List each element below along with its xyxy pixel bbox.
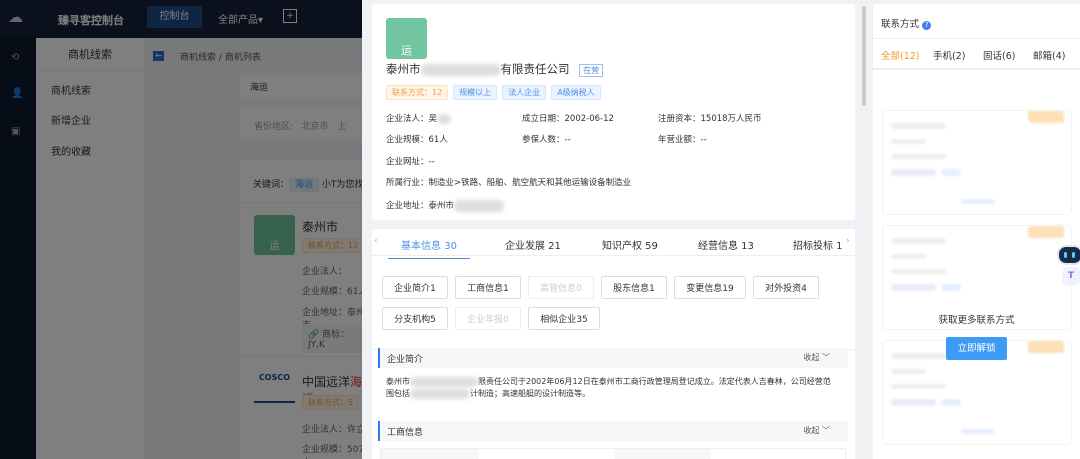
insured-count: 参保人数：-- xyxy=(522,135,571,145)
btn-annual-report[interactable]: 企业年报0 xyxy=(455,307,521,330)
section-business-header: 工商信息 收起 ﹀ xyxy=(378,421,848,441)
btn-intro[interactable]: 企业简介1 xyxy=(382,276,448,299)
unlock-button[interactable]: 立即解锁 xyxy=(946,337,1007,360)
business-info-table xyxy=(380,448,846,459)
tag-above-scale: 规模以上 xyxy=(453,85,498,100)
btn-investments[interactable]: 对外投资4 xyxy=(753,276,819,299)
company-header-card: 运 泰州市 有限责任公司 在营 联系方式：12 规模以上 法人企业 A级纳税人 企业法人… xyxy=(372,4,855,220)
tab-bidding[interactable]: 招标投标 12 xyxy=(793,237,843,252)
btn-shareholders[interactable]: 股东信息1 xyxy=(601,276,667,299)
tabs-next-icon[interactable]: › xyxy=(846,236,850,246)
btn-similar[interactable]: 相似企业35 xyxy=(528,307,600,330)
tab-development[interactable]: 企业发展 21 xyxy=(505,237,561,252)
collapse-button[interactable]: 收起 ﹀ xyxy=(803,425,830,436)
tag-legal-entity: 法人企业 xyxy=(502,85,547,100)
contact-card-blurred xyxy=(882,110,1072,215)
tab-operations[interactable]: 经营信息 13 xyxy=(698,237,754,252)
company-scale: 企业规模：61人 xyxy=(386,135,448,145)
tab-ip[interactable]: 知识产权 59 xyxy=(602,237,658,252)
address: 企业地址：泰州市 xyxy=(386,199,505,212)
tab-email[interactable]: 邮箱(4) xyxy=(1033,48,1065,62)
industry: 所属行业：制造业>铁路、船舶、航空航天和其他运输设备制造业 xyxy=(386,178,632,188)
status-badge: 在营 xyxy=(579,64,604,77)
annual-revenue: 年营业额：-- xyxy=(658,135,707,145)
scrollbar[interactable] xyxy=(862,6,866,106)
legal-person: 企业法人：吴 xyxy=(386,112,452,124)
tab-landline[interactable]: 固话(6) xyxy=(983,48,1015,62)
btn-business-info[interactable]: 工商信息1 xyxy=(455,276,521,299)
robot-body-icon[interactable]: T xyxy=(1062,267,1080,285)
company-name: 泰州市 有限责任公司 在营 xyxy=(386,61,604,77)
more-contacts-text: 获取更多联系方式 xyxy=(938,315,1015,326)
intro-text: 泰州市 限责任公司于2002年06月12日在泰州市工商行政管理局登记成立。法定代表… xyxy=(386,376,831,399)
btn-changes[interactable]: 变更信息19 xyxy=(674,276,746,299)
contact-count-tag[interactable]: 联系方式：12 xyxy=(386,85,449,100)
registered-capital: 注册资本：15018万人民币 xyxy=(658,114,762,124)
tabs-prev-icon[interactable]: ‹ xyxy=(374,236,378,246)
btn-branches[interactable]: 分支机构5 xyxy=(382,307,448,330)
tag-a-taxpayer: A级纳税人 xyxy=(551,85,601,100)
collapse-button[interactable]: 收起 ﹀ xyxy=(803,352,830,363)
section-title: 企业简介 xyxy=(387,355,424,365)
btn-executives[interactable]: 高管信息0 xyxy=(528,276,594,299)
help-icon[interactable]: ? xyxy=(922,21,932,30)
name-suffix: 有限责任公司 xyxy=(500,62,570,76)
tab-basic-info[interactable]: 基本信息 30 xyxy=(388,237,470,259)
contact-list: 获取更多联系方式 立即解锁 xyxy=(873,70,1080,459)
tab-mobile[interactable]: 手机(2) xyxy=(933,48,965,62)
name-prefix: 泰州市 xyxy=(386,62,421,76)
robot-assistant-icon[interactable] xyxy=(1057,245,1080,265)
tab-bar: ‹ 基本信息 30 企业发展 21 知识产权 59 经营信息 13 招标投标 1… xyxy=(372,229,855,259)
contact-header: 联系方式 ? 全部(12) 手机(2) 固话(6) 邮箱(4) xyxy=(873,4,1080,68)
company-logo: 运 xyxy=(386,18,427,59)
tag-row: 联系方式：12 规模以上 法人企业 A级纳税人 xyxy=(386,85,606,100)
modal-mask[interactable] xyxy=(0,0,362,459)
contact-title: 联系方式 ? xyxy=(881,16,932,30)
section-intro-header: 企业简介 收起 ﹀ xyxy=(378,348,848,368)
website: 企业网址：-- xyxy=(386,157,435,167)
founded-date: 成立日期：2002-06-12 xyxy=(522,114,614,124)
section-title: 工商信息 xyxy=(387,428,424,438)
tab-all[interactable]: 全部(12) xyxy=(881,48,920,62)
